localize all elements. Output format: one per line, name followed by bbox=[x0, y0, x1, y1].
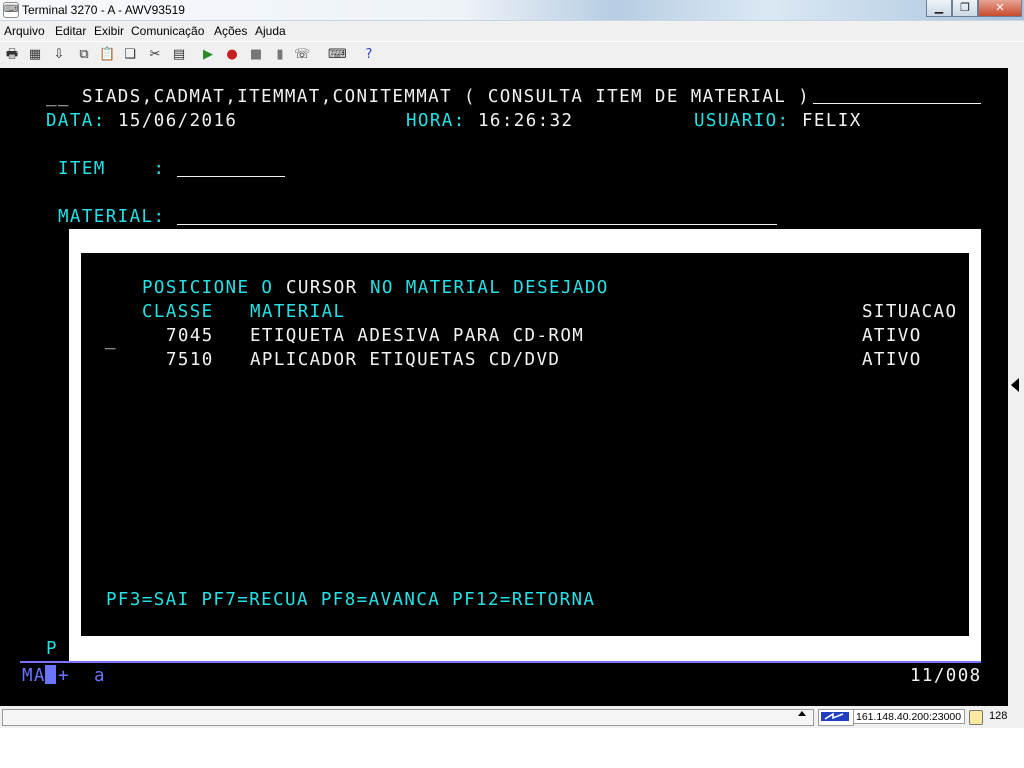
terminal-screen[interactable]: __ SIADS,CADMAT,ITEMMAT,CONITEMMAT ( CON… bbox=[0, 68, 1008, 706]
popup-instruction-part2: CURSOR bbox=[286, 278, 358, 298]
side-panel-toggle[interactable] bbox=[1008, 68, 1024, 706]
macro-pause-icon[interactable]: ▮ bbox=[272, 47, 288, 63]
row-1-classe[interactable]: 7045 bbox=[166, 326, 214, 346]
menu-ajuda[interactable]: Ajuda bbox=[255, 24, 286, 38]
screen-header-title: SIADS,CADMAT,ITEMMAT,CONITEMMAT ( CONSUL… bbox=[82, 87, 811, 107]
keyboard-icon[interactable]: ⌨ bbox=[328, 47, 347, 63]
lock-icon bbox=[969, 710, 983, 725]
close-button[interactable]: ✕ bbox=[978, 0, 1022, 17]
terminal-app-icon[interactable]: ⌨ bbox=[3, 2, 19, 18]
material-label: MATERIAL: bbox=[58, 207, 166, 227]
window-controls: ▁ ❐ ✕ bbox=[926, 0, 1022, 18]
desktop-background bbox=[0, 728, 1024, 768]
cursor-position: 11/008 bbox=[910, 666, 982, 686]
row-2-material[interactable]: APLICADOR ETIQUETAS CD/DVD bbox=[250, 350, 560, 370]
macro-stop-icon[interactable]: ■ bbox=[248, 47, 264, 63]
time-label: HORA: bbox=[406, 111, 466, 131]
menu-editar[interactable]: Editar bbox=[55, 24, 86, 38]
maximize-button[interactable]: ❐ bbox=[952, 0, 978, 17]
row-1-material[interactable]: ETIQUETA ADESIVA PARA CD-ROM bbox=[250, 326, 584, 346]
toolbar: 🖶 ▦ ⇩ ⧉ 📋 ❏ ✂ ▤ ▶ ● ■ ▮ ☏ ⌨ ? bbox=[0, 42, 1024, 69]
column-header-situacao: SITUACAO bbox=[862, 302, 958, 322]
user-label: USUARIO: bbox=[694, 111, 790, 131]
status-scroll-up-icon[interactable] bbox=[798, 711, 806, 716]
status-bar: 161.148.40.200:23000 128 bbox=[0, 706, 1024, 728]
oia-separator bbox=[20, 661, 981, 663]
macro-play-icon[interactable]: ▶ bbox=[200, 47, 216, 63]
header-underline bbox=[813, 103, 981, 104]
popup-instruction-part1: POSICIONE O bbox=[142, 278, 274, 298]
macro-record-icon[interactable]: ● bbox=[224, 47, 240, 63]
paste-icon[interactable]: 📋 bbox=[99, 47, 115, 63]
pf-keys-legend: PF3=SAI PF7=RECUA PF8=AVANCA PF12=RETORN… bbox=[106, 590, 596, 610]
material-input-field[interactable] bbox=[177, 224, 777, 225]
status-message-field bbox=[2, 709, 814, 726]
column-header-classe: CLASSE bbox=[142, 302, 214, 322]
oia-mode-indicator: MA bbox=[22, 666, 46, 686]
cut-icon[interactable]: ✂ bbox=[147, 47, 163, 63]
receive-file-icon[interactable]: ⇩ bbox=[51, 47, 67, 63]
send-icon[interactable]: ☏ bbox=[294, 47, 310, 63]
connection-status-icon bbox=[818, 709, 854, 726]
column-header-material: MATERIAL bbox=[250, 302, 346, 322]
print-screen-icon[interactable]: 🖶 bbox=[4, 47, 20, 63]
help-icon[interactable]: ? bbox=[361, 47, 377, 63]
selection-cursor[interactable]: _ bbox=[105, 330, 117, 350]
header-field-prefix: __ bbox=[46, 87, 70, 107]
menu-acoes[interactable]: Ações bbox=[214, 24, 247, 38]
popup-instruction-part3: NO MATERIAL DESEJADO bbox=[370, 278, 609, 298]
host-address: 161.148.40.200:23000 bbox=[853, 709, 965, 724]
time-value: 16:26:32 bbox=[478, 111, 574, 131]
date-value: 15/06/2016 bbox=[118, 111, 238, 131]
display-icon[interactable]: ▤ bbox=[171, 47, 187, 63]
title-bar: ⌨ Terminal 3270 - A - AWV93519 ▁ ❐ ✕ bbox=[0, 0, 1024, 21]
row-2-situacao: ATIVO bbox=[862, 350, 922, 370]
minimize-button[interactable]: ▁ bbox=[926, 0, 952, 17]
date-label: DATA: bbox=[46, 111, 106, 131]
encryption-bits: 128 bbox=[989, 710, 1008, 722]
print-setup-icon[interactable]: ▦ bbox=[27, 47, 43, 63]
command-prompt[interactable]: P bbox=[46, 639, 58, 659]
menu-exibir[interactable]: Exibir bbox=[94, 24, 124, 38]
oia-cursor-block bbox=[45, 665, 56, 684]
row-1-situacao: ATIVO bbox=[862, 326, 922, 346]
item-input-field[interactable] bbox=[177, 176, 285, 177]
window-title: Terminal 3270 - A - AWV93519 bbox=[22, 3, 185, 17]
oia-plus-indicator: + bbox=[58, 666, 70, 686]
oia-input-indicator: a bbox=[94, 666, 106, 686]
menu-bar: Arquivo Editar Exibir Comunicação Ações … bbox=[0, 21, 1024, 41]
item-label: ITEM : bbox=[58, 159, 166, 179]
copy-append-icon[interactable]: ❏ bbox=[122, 47, 138, 63]
user-value: FELIX bbox=[802, 111, 862, 131]
row-2-classe[interactable]: 7510 bbox=[166, 350, 214, 370]
copy-icon[interactable]: ⧉ bbox=[76, 47, 92, 63]
selection-popup: POSICIONE O CURSOR NO MATERIAL DESEJADO … bbox=[81, 253, 969, 636]
expand-panel-icon[interactable] bbox=[1011, 378, 1019, 392]
menu-arquivo[interactable]: Arquivo bbox=[4, 24, 45, 38]
menu-comunicacao[interactable]: Comunicação bbox=[131, 24, 204, 38]
